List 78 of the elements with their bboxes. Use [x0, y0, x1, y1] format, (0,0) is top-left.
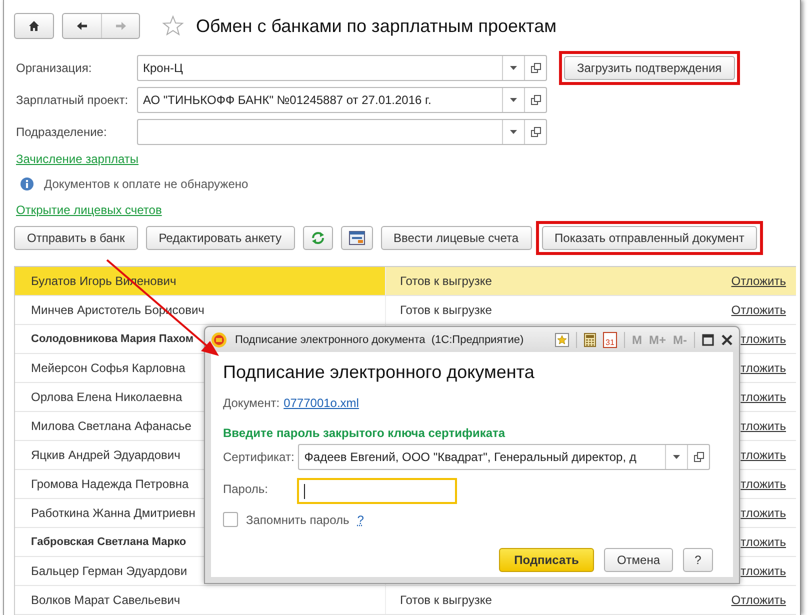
toolbar-button[interactable]: Показать отправленный документ: [542, 226, 758, 250]
help-link[interactable]: ?: [357, 512, 364, 526]
open-window-icon: [530, 95, 540, 105]
open-window-icon: [530, 63, 540, 73]
caret-icon: [510, 98, 517, 102]
status-text: Готов к выгрузке: [400, 274, 492, 288]
toolbar-button[interactable]: Отправить в банк: [14, 226, 138, 250]
postpone-link[interactable]: тложить: [740, 535, 786, 549]
dialog-heading: Подписание электронного документа: [223, 362, 536, 384]
caret-icon: [510, 130, 517, 134]
select-field[interactable]: [137, 119, 547, 145]
back-arrow-icon: [76, 20, 88, 32]
dialog-button[interactable]: ?: [683, 548, 713, 572]
postpone-link[interactable]: тложить: [740, 419, 786, 433]
info-icon: [20, 177, 34, 191]
postpone-link[interactable]: тложить: [740, 506, 786, 520]
table-row[interactable]: Волков Марат Савельевич Готов к выгрузке Отложить: [15, 586, 796, 615]
sign-button[interactable]: Подписать: [499, 548, 594, 572]
employee-name: Мейерсон Софья Карловна: [31, 361, 186, 375]
status-text: Готов к выгрузке: [400, 303, 492, 317]
dialog-title: Подписание электронного документа (1С:Предприятие): [235, 334, 524, 346]
card-button[interactable]: [340, 226, 373, 250]
status-text: Готов к выгрузке: [400, 593, 492, 607]
caret-icon: [673, 455, 680, 459]
employee-name: Работкина Жанна Дмитриевн: [31, 506, 196, 520]
postpone-link[interactable]: тложить: [740, 477, 786, 491]
open-window-icon: [694, 452, 704, 462]
calendar-button[interactable]: 31: [602, 332, 617, 348]
caret-icon: [510, 66, 517, 70]
app-logo-icon: [211, 332, 227, 348]
refresh-icon: [310, 231, 325, 245]
postpone-link[interactable]: Отложить: [731, 303, 786, 317]
toolbar-button[interactable]: Редактировать анкету: [146, 226, 295, 250]
employee-name: Громова Надежда Петровна: [31, 477, 189, 491]
postpone-link[interactable]: Отложить: [731, 593, 786, 607]
employee-name: Бальцер Герман Эдуардови: [31, 564, 188, 578]
postpone-link[interactable]: тложить: [740, 361, 786, 375]
postpone-link[interactable]: тложить: [740, 332, 786, 346]
refresh-button[interactable]: [302, 226, 333, 250]
password-field[interactable]: [297, 478, 457, 504]
maximize-icon[interactable]: [702, 334, 714, 346]
salary-link[interactable]: Зачисление зарплаты: [16, 152, 139, 166]
home-icon: [28, 20, 40, 32]
favorite-icon[interactable]: [554, 332, 569, 346]
calculator-icon[interactable]: [584, 332, 596, 346]
employee-name: Габровская Светлана Марко: [31, 536, 186, 548]
field-label: Организация:: [16, 61, 93, 75]
remember-checkbox[interactable]: [223, 512, 238, 527]
document-link[interactable]: 0777001o.xml: [284, 396, 359, 410]
employee-name: Милова Светлана Афанасье: [31, 419, 192, 433]
info-message: Документов к оплате не обнаружено: [44, 177, 248, 191]
employee-name: Солодовникова Мария Пахом: [31, 333, 194, 345]
remember-label: Запомнить пароль: [246, 512, 350, 526]
load-confirmations-button[interactable]: Загрузить подтверждения: [564, 56, 735, 80]
dialog-button[interactable]: Отмена: [604, 548, 673, 572]
field-label: Подразделение:: [16, 125, 108, 139]
close-icon[interactable]: [721, 334, 733, 346]
employee-name: Орлова Елена Николаевна: [31, 390, 182, 404]
password-label: Пароль:: [223, 482, 269, 496]
postpone-link[interactable]: тложить: [740, 390, 786, 404]
select-field[interactable]: АО "ТИНЬКОФФ БАНК" №01245887 от 27.01.2016 г.: [137, 87, 547, 113]
postpone-link[interactable]: тложить: [740, 448, 786, 462]
postpone-link[interactable]: тложить: [740, 564, 786, 578]
select-field[interactable]: Крон-Ц: [137, 55, 547, 81]
card-icon: [348, 231, 365, 245]
certificate-label: Сертификат:: [223, 450, 294, 464]
employee-name: Яцкив Андрей Эдуардович: [31, 448, 180, 462]
window-title: Обмен с банками по зарплатным проектам: [196, 16, 556, 36]
star-icon[interactable]: [162, 15, 184, 37]
accounts-link[interactable]: Открытие лицевых счетов: [16, 203, 162, 217]
certificate-field[interactable]: Фадеев Евгений, ООО "Квадрат", Генеральный директор, д: [298, 444, 710, 470]
open-window-icon: [530, 127, 540, 137]
document-label: Документ:: [223, 396, 280, 410]
forward-arrow-icon: [114, 20, 126, 32]
password-prompt: Введите пароль закрытого ключа сертификата: [223, 426, 506, 440]
employee-name: Волков Марат Савельевич: [31, 593, 180, 607]
field-label: Зарплатный проект:: [16, 93, 130, 107]
toolbar-button[interactable]: Ввести лицевые счета: [380, 226, 532, 250]
